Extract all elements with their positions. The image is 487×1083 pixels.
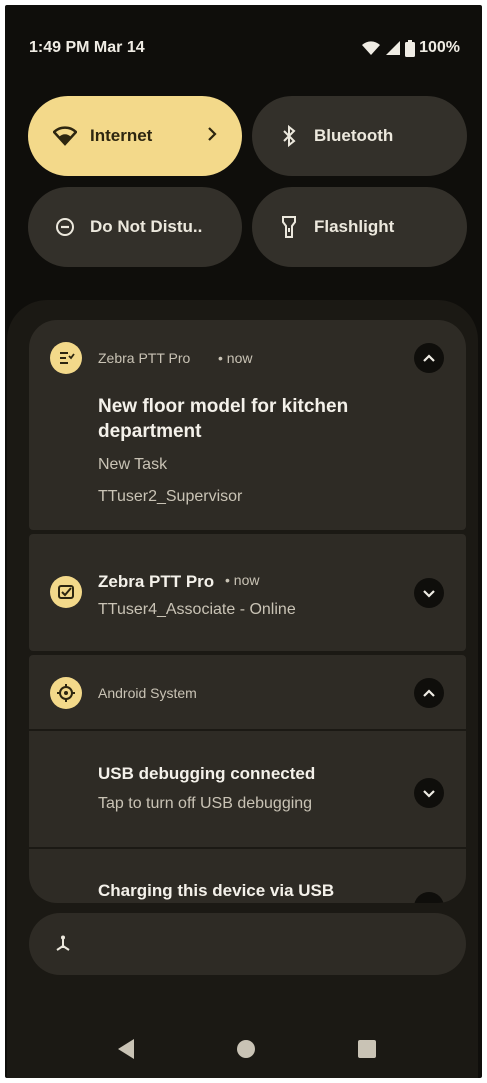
notification-app-name: Android System bbox=[98, 685, 197, 701]
usb-media-bar[interactable] bbox=[29, 913, 466, 975]
usb-charging-title: Charging this device via USB bbox=[98, 881, 335, 900]
phone-screen: 1:49 PM Mar 14 100% Internet Bluetooth D… bbox=[5, 5, 482, 1078]
tile-bluetooth[interactable]: Bluetooth bbox=[252, 96, 467, 176]
usb-icon bbox=[56, 935, 70, 951]
expand-button[interactable] bbox=[414, 892, 444, 903]
chevron-right-icon bbox=[206, 122, 218, 151]
notification-app-name: Zebra PTT Pro bbox=[98, 572, 215, 591]
tile-flashlight-label: Flashlight bbox=[314, 217, 395, 236]
collapse-button[interactable] bbox=[414, 343, 444, 373]
chevron-up-icon bbox=[423, 689, 435, 697]
bluetooth-icon bbox=[276, 123, 302, 149]
notification-line-1: New Task bbox=[98, 456, 168, 473]
notification-zebra-task[interactable]: Zebra PTT Pro • now New floor model for … bbox=[29, 320, 466, 530]
collapse-button[interactable] bbox=[414, 678, 444, 708]
notification-time: • now bbox=[225, 572, 260, 588]
zebra-ptt-app-icon bbox=[50, 342, 82, 374]
usb-debugging-body: Tap to turn off USB debugging bbox=[98, 795, 313, 812]
divider bbox=[29, 847, 466, 849]
do-not-disturb-icon bbox=[52, 214, 78, 240]
notification-zebra-online[interactable]: Zebra PTT Pro • now TTuser4_Associate - … bbox=[29, 534, 466, 651]
notification-line-1: TTuser4_Associate - Online bbox=[98, 601, 296, 618]
recents-button[interactable] bbox=[357, 1039, 377, 1059]
chevron-down-icon bbox=[423, 790, 435, 798]
tile-bluetooth-label: Bluetooth bbox=[314, 126, 394, 145]
tile-internet-label: Internet bbox=[90, 126, 153, 145]
zebra-ptt-message-icon bbox=[50, 576, 82, 608]
wifi-icon bbox=[52, 123, 78, 149]
usb-debugging-title: USB debugging connected bbox=[98, 764, 316, 783]
battery-percent: 100% bbox=[419, 39, 460, 56]
back-button[interactable] bbox=[115, 1037, 137, 1061]
battery-icon bbox=[405, 39, 416, 57]
expand-button[interactable] bbox=[414, 778, 444, 808]
divider bbox=[29, 729, 466, 731]
signal-icon bbox=[386, 41, 401, 55]
notification-app-name: Zebra PTT Pro bbox=[98, 350, 191, 366]
status-bar: 1:49 PM Mar 14 100% bbox=[29, 39, 460, 61]
notification-android-system[interactable]: Android System USB debugging connected T… bbox=[29, 655, 466, 903]
status-time: 1:49 PM Mar 14 bbox=[29, 39, 145, 56]
notification-time: • now bbox=[218, 350, 253, 366]
flashlight-icon bbox=[276, 214, 302, 240]
chevron-down-icon bbox=[421, 899, 437, 903]
tile-flashlight[interactable]: Flashlight bbox=[252, 187, 467, 267]
tile-dnd-label: Do Not Distu.. bbox=[90, 217, 203, 236]
tile-internet[interactable]: Internet bbox=[28, 96, 242, 176]
wifi-status-icon bbox=[362, 41, 381, 55]
tile-do-not-disturb[interactable]: Do Not Distu.. bbox=[28, 187, 242, 267]
notification-line-2: TTuser2_Supervisor bbox=[98, 488, 243, 505]
chevron-up-icon bbox=[423, 354, 435, 362]
home-button[interactable] bbox=[236, 1039, 256, 1059]
chevron-down-icon bbox=[423, 590, 435, 598]
notification-title: New floor model for kitchen department bbox=[98, 396, 349, 442]
android-system-icon bbox=[50, 677, 82, 709]
expand-button[interactable] bbox=[414, 578, 444, 608]
navigation-bar bbox=[5, 1025, 482, 1075]
